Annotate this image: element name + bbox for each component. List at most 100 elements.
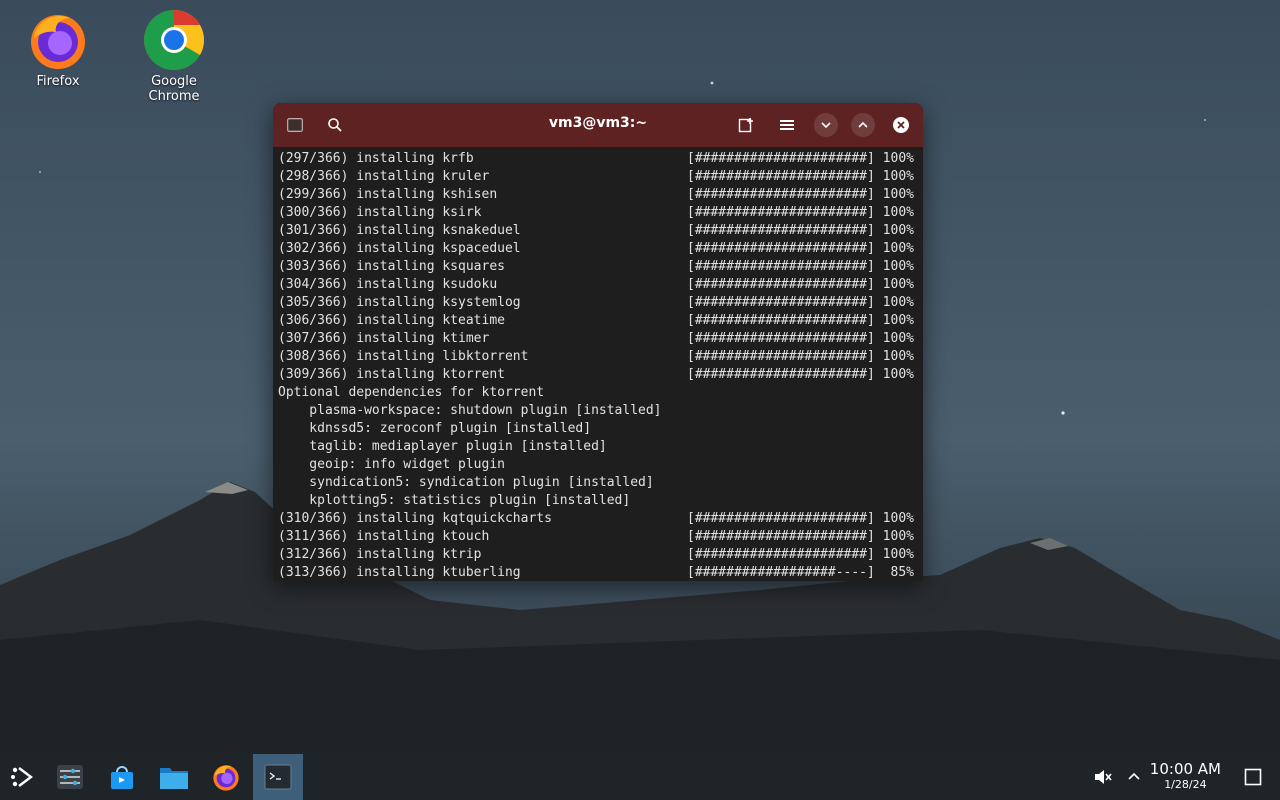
taskbar: 10:00 AM 1/28/24 bbox=[0, 754, 1280, 800]
terminal-line-text: geoip: info widget plugin bbox=[278, 457, 505, 472]
terminal-line-text: (313/366) installing ktuberling bbox=[278, 565, 521, 580]
terminal-line-text: (309/366) installing ktorrent bbox=[278, 367, 505, 382]
terminal-line: (302/366) installing kspaceduel [########… bbox=[278, 240, 918, 258]
terminal-line-text: (297/366) installing krfb bbox=[278, 151, 474, 166]
progress-bar-text: [######################] 100% bbox=[687, 169, 914, 184]
clock-time: 10:00 AM bbox=[1149, 760, 1221, 778]
firefox-icon bbox=[26, 8, 90, 72]
close-icon bbox=[893, 117, 909, 133]
terminal-line-text: (302/366) installing kspaceduel bbox=[278, 241, 521, 256]
terminal-line: (313/366) installing ktuberling [########… bbox=[278, 564, 918, 581]
terminal-line-text: (303/366) installing ksquares bbox=[278, 259, 505, 274]
terminal-line-text: syndication5: syndication plugin [instal… bbox=[278, 475, 654, 490]
google-chrome-icon bbox=[142, 8, 206, 72]
progress-bar-text: [######################] 100% bbox=[687, 151, 914, 166]
terminal-line: (307/366) installing ktimer [############… bbox=[278, 330, 918, 348]
progress-bar-text: [######################] 100% bbox=[687, 511, 914, 526]
terminal-line-text: (307/366) installing ktimer bbox=[278, 331, 490, 346]
terminal-line: (308/366) installing libktorrent [#######… bbox=[278, 348, 918, 366]
app-launcher-button[interactable] bbox=[3, 758, 41, 796]
terminal-line-text: (305/366) installing ksystemlog bbox=[278, 295, 521, 310]
progress-bar-text: [######################] 100% bbox=[687, 295, 914, 310]
new-tab-icon bbox=[738, 118, 753, 133]
terminal-line-text: (300/366) installing ksirk bbox=[278, 205, 482, 220]
terminal-line-text: (311/366) installing ktouch bbox=[278, 529, 490, 544]
discover-store-icon bbox=[111, 766, 133, 789]
terminal-line: geoip: info widget plugin bbox=[278, 456, 918, 474]
terminal-line: (304/366) installing ksudoku [###########… bbox=[278, 276, 918, 294]
terminal-line-text: taglib: mediaplayer plugin [installed] bbox=[278, 439, 607, 454]
terminal-line: (301/366) installing ksnakeduel [########… bbox=[278, 222, 918, 240]
new-tab-button[interactable] bbox=[734, 113, 758, 137]
show-desktop-button[interactable] bbox=[1236, 758, 1270, 796]
maximize-icon bbox=[858, 121, 868, 128]
maximize-button[interactable] bbox=[851, 113, 875, 137]
terminal-line-text: plasma-workspace: shutdown plugin [insta… bbox=[278, 403, 662, 418]
terminal-line-text: (310/366) installing kqtquickcharts bbox=[278, 511, 552, 526]
discover-button[interactable] bbox=[103, 758, 141, 796]
file-manager-button[interactable] bbox=[155, 758, 193, 796]
desktop-icon-firefox[interactable]: Firefox bbox=[8, 8, 108, 89]
terminal-icon bbox=[264, 764, 292, 790]
terminal-line-text: (304/366) installing ksudoku bbox=[278, 277, 498, 292]
progress-bar-text: [######################] 100% bbox=[687, 313, 914, 328]
terminal-line: (309/366) installing ktorrent [##########… bbox=[278, 366, 918, 384]
desktop-icon-label: Google Chrome bbox=[148, 74, 200, 104]
menu-button[interactable] bbox=[775, 113, 799, 137]
terminal-line-text: (301/366) installing ksnakeduel bbox=[278, 223, 521, 238]
progress-bar-text: [######################] 100% bbox=[687, 277, 914, 292]
terminal-task-button[interactable] bbox=[253, 754, 303, 800]
progress-bar-text: [######################] 100% bbox=[687, 187, 914, 202]
minimize-button[interactable] bbox=[814, 113, 838, 137]
terminal-line: (300/366) installing ksirk [#############… bbox=[278, 204, 918, 222]
terminal-line: (310/366) installing kqtquickcharts [####… bbox=[278, 510, 918, 528]
window-titlebar[interactable]: vm3@vm3:~ bbox=[273, 103, 923, 147]
terminal-line: (298/366) installing kruler [############… bbox=[278, 168, 918, 186]
clock-date: 1/28/24 bbox=[1164, 778, 1207, 791]
terminal-line-text: (312/366) installing ktrip bbox=[278, 547, 482, 562]
progress-bar-text: [######################] 100% bbox=[687, 241, 914, 256]
system-tray-expand-button[interactable] bbox=[1119, 758, 1149, 796]
system-settings-icon bbox=[57, 765, 83, 789]
minimize-icon bbox=[821, 122, 831, 129]
terminal-line-text: (299/366) installing kshisen bbox=[278, 187, 498, 202]
terminal-window[interactable]: vm3@vm3:~ (297/366) installing krfb [###… bbox=[273, 103, 923, 581]
terminal-line: kplotting5: statistics plugin [installed… bbox=[278, 492, 918, 510]
desktop-icon-label: Firefox bbox=[36, 74, 80, 89]
terminal-line: syndication5: syndication plugin [instal… bbox=[278, 474, 918, 492]
progress-bar-text: [######################] 100% bbox=[687, 331, 914, 346]
terminal-line: Optional dependencies for ktorrent bbox=[278, 384, 918, 402]
terminal-line: (311/366) installing ktouch [############… bbox=[278, 528, 918, 546]
terminal-line-text: kplotting5: statistics plugin [installed… bbox=[278, 493, 631, 508]
desktop-icon-google-chrome[interactable]: Google Chrome bbox=[124, 8, 224, 104]
terminal-line: plasma-workspace: shutdown plugin [insta… bbox=[278, 402, 918, 420]
terminal-output[interactable]: (297/366) installing krfb [##############… bbox=[273, 150, 923, 581]
terminal-line-text: (306/366) installing kteatime bbox=[278, 313, 505, 328]
close-button[interactable] bbox=[889, 113, 913, 137]
progress-bar-text: [######################] 100% bbox=[687, 223, 914, 238]
tray-expand-icon bbox=[1128, 772, 1140, 780]
system-settings-button[interactable] bbox=[51, 758, 89, 796]
volume-muted-icon bbox=[1095, 770, 1112, 784]
terminal-line-text: Optional dependencies for ktorrent bbox=[278, 385, 545, 400]
terminal-line: taglib: mediaplayer plugin [installed] bbox=[278, 438, 918, 456]
firefox-task-button[interactable] bbox=[207, 758, 245, 796]
terminal-line: (297/366) installing krfb [##############… bbox=[278, 150, 918, 168]
app-launcher-icon bbox=[11, 767, 33, 787]
volume-button[interactable] bbox=[1085, 758, 1121, 796]
progress-bar-text: [######################] 100% bbox=[687, 205, 914, 220]
digital-clock[interactable]: 10:00 AM 1/28/24 bbox=[1150, 761, 1221, 792]
terminal-line: (303/366) installing ksquares [##########… bbox=[278, 258, 918, 276]
terminal-line: kdnssd5: zeroconf plugin [installed] bbox=[278, 420, 918, 438]
terminal-line: (306/366) installing kteatime [##########… bbox=[278, 312, 918, 330]
terminal-line: (299/366) installing kshisen [###########… bbox=[278, 186, 918, 204]
show-desktop-icon bbox=[1244, 768, 1262, 786]
terminal-line-text: (308/366) installing libktorrent bbox=[278, 349, 529, 364]
progress-bar-text: [######################] 100% bbox=[687, 529, 914, 544]
progress-bar-text: [##################----] 85% bbox=[687, 565, 914, 580]
firefox-icon bbox=[213, 765, 239, 791]
progress-bar-text: [######################] 100% bbox=[687, 367, 914, 382]
progress-bar-text: [######################] 100% bbox=[687, 259, 914, 274]
file-manager-icon bbox=[160, 768, 188, 789]
progress-bar-text: [######################] 100% bbox=[687, 349, 914, 364]
